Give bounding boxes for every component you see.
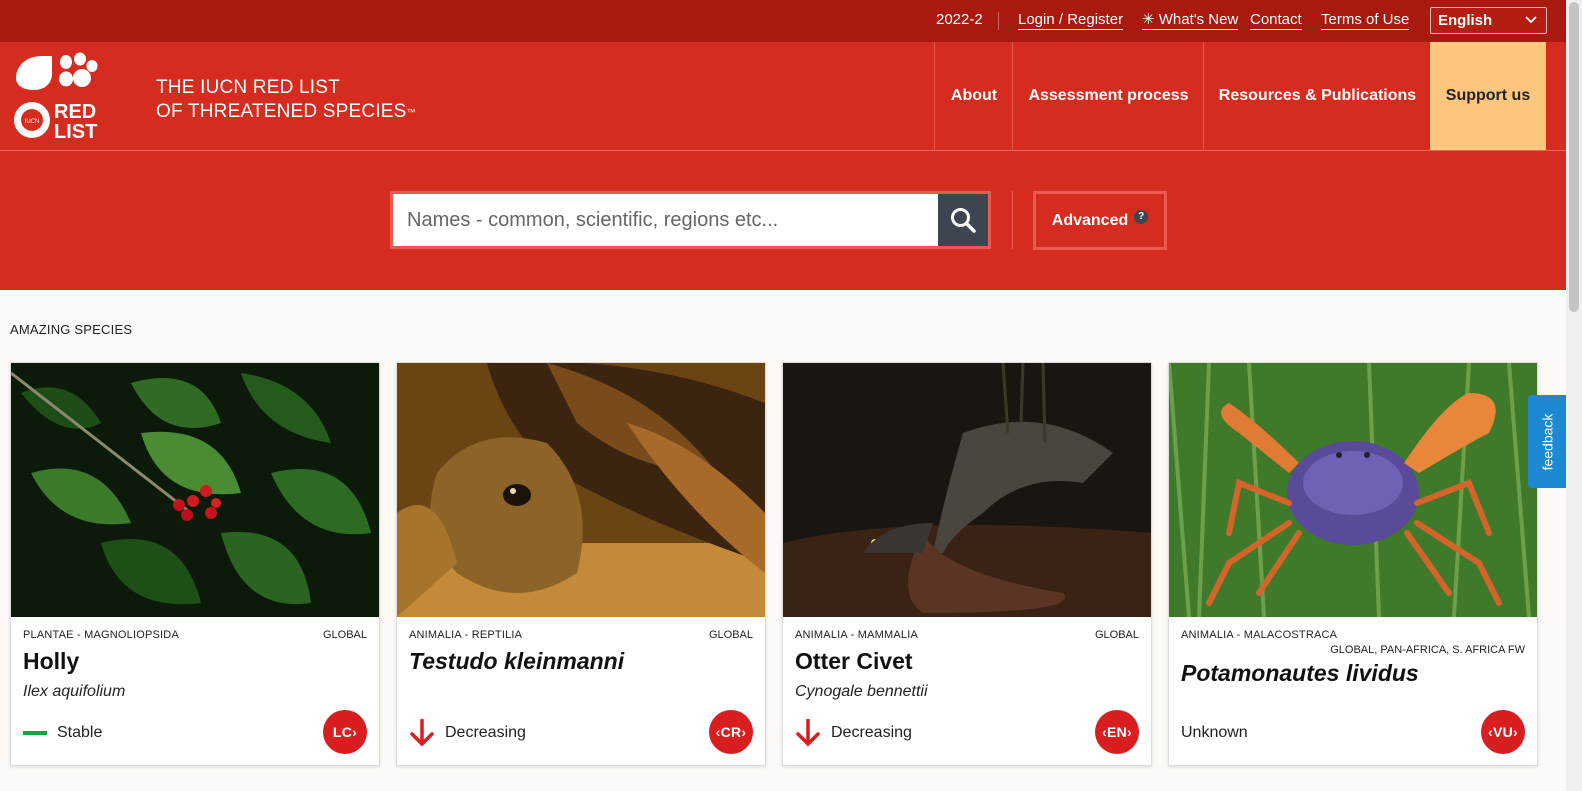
whats-new-link[interactable]: ✳ What's New — [1142, 11, 1239, 30]
scope-label: GLOBAL — [708, 629, 753, 641]
arrow-down-icon — [796, 719, 820, 747]
divider — [1012, 191, 1013, 249]
species-photo-otter-civet — [783, 363, 1151, 617]
login-register-link[interactable]: Login / Register — [1018, 11, 1124, 30]
status-code: VU — [1492, 724, 1514, 740]
nav-support-us[interactable]: Support us — [1430, 42, 1546, 150]
population-trend: Stable — [23, 721, 102, 745]
status-badge[interactable]: ‹ CR › — [709, 710, 753, 754]
advanced-search-button[interactable]: Advanced ? — [1033, 191, 1167, 250]
kingdom-class-label: ANIMALIA - REPTILIA — [409, 629, 523, 641]
common-name: Holly — [23, 648, 80, 674]
site-header: IUCN RED LIST THE IUCN RED LIST OF THREA… — [0, 42, 1566, 151]
status-code: LC — [332, 724, 353, 740]
scientific-name: Cynogale bennettii — [795, 683, 928, 700]
scope-label: GLOBAL — [322, 629, 367, 641]
status-badge[interactable]: ‹ VU › — [1481, 710, 1525, 754]
search-button[interactable] — [938, 194, 988, 246]
status-badge[interactable]: LC › — [323, 710, 367, 754]
status-badge[interactable]: ‹ EN › — [1095, 710, 1139, 754]
nav-resources-publications[interactable]: Resources & Publications — [1203, 42, 1431, 150]
search-band: Advanced ? — [0, 151, 1566, 290]
chevron-down-icon — [1525, 16, 1537, 24]
species-card[interactable]: PLANTAE - MAGNOLIOPSIDA GLOBAL Holly Ile… — [10, 362, 380, 766]
status-code: CR — [720, 724, 742, 740]
feedback-tab[interactable]: feedback — [1528, 395, 1566, 488]
scope-label: GLOBAL, PAN-AFRICA, S. AFRICA FW — [1330, 644, 1525, 656]
species-card[interactable]: ANIMALIA - REPTILIA GLOBAL Testudo klein… — [396, 362, 766, 766]
species-photo-holly — [11, 363, 379, 617]
kingdom-class-label: PLANTAE - MAGNOLIOPSIDA — [23, 629, 179, 641]
trend-label: Decreasing — [831, 724, 912, 741]
site-title-line-2: OF THREATENED SPECIES™ — [156, 101, 416, 122]
population-trend: Unknown — [1181, 721, 1248, 745]
species-photo-tortoise — [397, 363, 765, 617]
arrow-down-icon — [410, 719, 434, 747]
section-title: AMAZING SPECIES — [10, 322, 133, 337]
svg-text:IUCN: IUCN — [25, 119, 40, 125]
contact-link[interactable]: Contact — [1250, 11, 1302, 30]
trend-label: Decreasing — [445, 724, 526, 741]
nav-assessment-process[interactable]: Assessment process — [1012, 42, 1204, 150]
species-card[interactable]: ANIMALIA - MAMMALIA GLOBAL Otter Civet C… — [782, 362, 1152, 766]
scope-label: GLOBAL — [1094, 629, 1139, 641]
search-box — [390, 191, 991, 249]
nav-about[interactable]: About — [934, 42, 1013, 150]
language-value: English — [1438, 12, 1493, 29]
trend-label: Unknown — [1181, 724, 1248, 741]
kingdom-class-label: ANIMALIA - MAMMALIA — [795, 629, 918, 641]
feedback-label: feedback — [1539, 413, 1556, 470]
svg-text:LIST: LIST — [54, 121, 97, 142]
site-title[interactable]: THE IUCN RED LIST OF THREATENED SPECIES™ — [156, 76, 416, 124]
red-list-logo[interactable]: IUCN RED LIST — [12, 52, 108, 142]
common-name: Otter Civet — [795, 648, 913, 674]
kingdom-class-label: ANIMALIA - MALACOSTRACA — [1181, 629, 1338, 641]
svg-text:RED: RED — [54, 101, 96, 123]
population-trend: Decreasing — [409, 719, 526, 747]
scrollbar-thumb[interactable] — [1569, 2, 1579, 312]
search-input[interactable] — [393, 194, 938, 246]
advanced-label: Advanced — [1051, 211, 1129, 229]
stable-dash-icon — [23, 731, 47, 735]
population-trend: Decreasing — [795, 719, 912, 747]
status-code: EN — [1106, 724, 1128, 740]
version-label: 2022-2 — [936, 11, 983, 28]
common-name: Potamonautes lividus — [1181, 660, 1419, 686]
help-icon[interactable]: ? — [1134, 209, 1149, 224]
site-title-line-1: THE IUCN RED LIST — [156, 77, 340, 98]
trend-label: Stable — [57, 724, 103, 741]
scientific-name: Ilex aquifolium — [23, 683, 126, 700]
species-photo-crab — [1169, 363, 1537, 617]
search-icon — [951, 208, 976, 233]
species-card[interactable]: ANIMALIA - MALACOSTRACA GLOBAL, PAN-AFRI… — [1168, 362, 1538, 766]
top-utility-bar: 2022-2 Login / Register ✳ What's New Con… — [0, 0, 1566, 42]
language-select[interactable]: English — [1430, 7, 1547, 34]
terms-of-use-link[interactable]: Terms of Use — [1321, 11, 1410, 30]
divider — [998, 12, 999, 30]
common-name: Testudo kleinmanni — [409, 648, 625, 674]
